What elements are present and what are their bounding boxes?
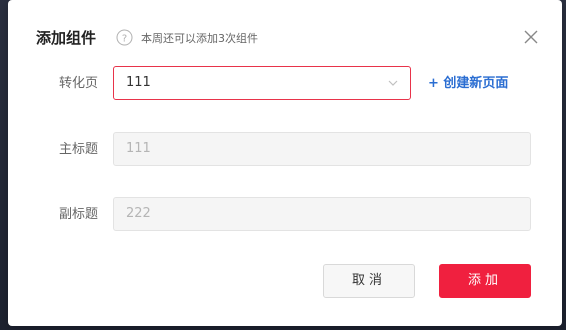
sub-title-value: 222 [126, 206, 151, 221]
close-icon[interactable] [524, 30, 538, 44]
conversion-page-select[interactable]: 111 [113, 66, 411, 100]
create-new-page-link[interactable]: + 创建新页面 [428, 75, 508, 93]
conversion-page-label: 转化页 [58, 76, 98, 91]
sub-title-input: 222 [113, 197, 531, 231]
quota-hint: 本周还可以添加3次组件 [141, 32, 258, 45]
help-circle-icon[interactable]: ? [116, 29, 133, 46]
chevron-down-icon [388, 80, 398, 86]
cancel-button[interactable]: 取消 [323, 264, 415, 298]
conversion-page-value: 111 [126, 75, 151, 90]
sub-title-label: 副标题 [58, 207, 98, 222]
add-button[interactable]: 添加 [439, 264, 531, 298]
svg-text:?: ? [122, 34, 127, 45]
add-component-dialog: 添加组件 ? 本周还可以添加3次组件 转化页 111 + 创建新页面 主标题 1… [8, 0, 562, 326]
main-title-value: 111 [126, 141, 151, 156]
main-title-label: 主标题 [58, 142, 98, 157]
main-title-input: 111 [113, 132, 531, 166]
dialog-title: 添加组件 [36, 29, 97, 47]
